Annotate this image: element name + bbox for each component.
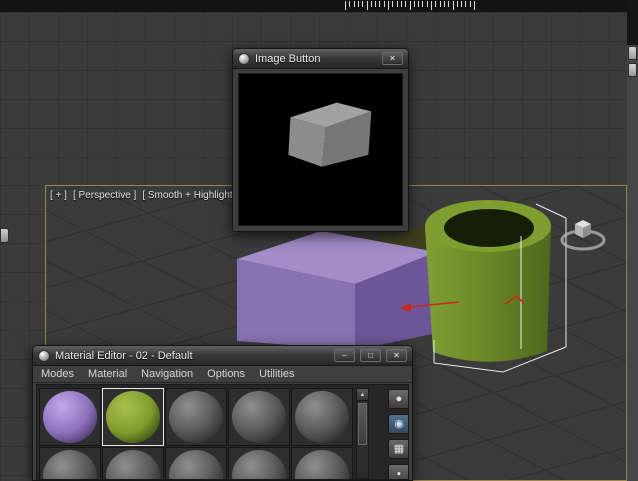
ruler-tick — [465, 1, 467, 7]
material-sphere — [232, 450, 286, 479]
ruler-tick — [461, 1, 463, 7]
background-button[interactable]: ▦ — [388, 439, 408, 459]
material-editor-menubar: Modes Material Navigation Options Utilities — [33, 366, 412, 383]
close-icon[interactable]: ✕ — [382, 52, 403, 65]
ruler-tick — [469, 1, 471, 7]
max-application: [ + ] [ Perspective ] [ Smooth + Highlight… — [0, 0, 638, 481]
green-tube-object[interactable] — [425, 200, 551, 362]
material-slot[interactable] — [165, 447, 227, 479]
slots-scrollbar[interactable]: ▲ — [356, 388, 369, 479]
track-bar-ruler[interactable] — [0, 0, 638, 12]
left-panel-fragment[interactable] — [0, 228, 9, 243]
material-slot[interactable] — [291, 388, 353, 446]
material-editor-title: Material Editor - 02 - Default — [55, 349, 193, 362]
material-sphere — [295, 450, 349, 479]
command-panel-dark-top — [627, 0, 638, 45]
ruler-tick — [388, 1, 389, 10]
material-sphere — [43, 391, 97, 443]
menu-modes[interactable]: Modes — [41, 368, 74, 380]
material-sphere — [232, 391, 286, 443]
ruler-tick — [456, 1, 458, 7]
ruler-tick — [409, 1, 411, 10]
menu-options[interactable]: Options — [207, 368, 245, 380]
axis-tripod-icon — [560, 220, 606, 251]
image-button-dialog: Image Button ✕ — [232, 48, 409, 232]
backlight-button[interactable]: ◉ — [388, 414, 408, 434]
material-editor-content: ▲ ● ◉ ▦ ▪ — [36, 384, 409, 480]
image-button-preview[interactable] — [238, 73, 403, 226]
ruler-tick — [375, 1, 377, 7]
maximize-icon[interactable]: □ — [360, 349, 381, 362]
ruler-tick — [405, 1, 407, 7]
material-slot[interactable] — [39, 447, 101, 479]
material-slot[interactable] — [228, 388, 290, 446]
material-editor-toolbar: ● ◉ ▦ ▪ — [388, 389, 408, 479]
material-sphere — [106, 450, 160, 479]
ruler-tick — [370, 1, 372, 7]
ruler-tick — [448, 1, 450, 7]
ruler-tick — [362, 1, 364, 7]
ruler-tick — [400, 1, 402, 7]
sample-type-button[interactable]: ● — [388, 389, 408, 409]
material-slot[interactable] — [291, 447, 353, 479]
viewport-label-part[interactable]: [ Smooth + Highlights ] — [142, 190, 243, 201]
material-editor-titlebar[interactable]: Material Editor - 02 - Default – □ ✕ — [33, 346, 412, 366]
sample-uv-tiling-button[interactable]: ▪ — [388, 464, 408, 479]
menu-navigation[interactable]: Navigation — [141, 368, 193, 380]
ruler-tick — [418, 1, 420, 7]
material-slot[interactable] — [39, 388, 101, 446]
viewport-label-part[interactable]: [ Perspective ] — [73, 190, 136, 201]
ruler-tick — [426, 1, 428, 7]
ruler-tick — [357, 1, 359, 7]
ruler-tick — [422, 1, 424, 7]
material-slot-grid — [39, 388, 353, 479]
scrollbar-thumb[interactable] — [358, 403, 367, 445]
preview-render — [288, 102, 372, 167]
ruler-tick — [353, 1, 355, 7]
menu-utilities[interactable]: Utilities — [259, 368, 294, 380]
ruler-tick — [431, 1, 432, 10]
dialog-icon — [238, 52, 250, 65]
ruler-tick — [392, 1, 394, 7]
command-panel-edge — [627, 0, 638, 481]
right-panel-button[interactable] — [628, 63, 637, 77]
material-slot[interactable] — [102, 447, 164, 479]
ruler-tick — [383, 1, 385, 7]
image-button-titlebar[interactable]: Image Button ✕ — [233, 49, 408, 69]
ruler-tick — [474, 1, 475, 10]
viewport-label: [ + ] [ Perspective ] [ Smooth + Highlight… — [50, 190, 243, 201]
material-editor-window: Material Editor - 02 - Default – □ ✕ Mod… — [32, 345, 413, 481]
material-slot[interactable] — [165, 388, 227, 446]
material-sphere — [106, 391, 160, 443]
dialog-title: Image Button — [255, 52, 321, 65]
scroll-up-icon[interactable]: ▲ — [357, 389, 368, 401]
ruler-tick — [443, 1, 445, 7]
ruler-tick — [435, 1, 437, 7]
ruler-tick — [345, 1, 346, 10]
ruler-ticks — [345, 1, 485, 11]
material-sphere — [169, 450, 223, 479]
close-icon[interactable]: ✕ — [386, 349, 407, 362]
menu-material[interactable]: Material — [88, 368, 127, 380]
purple-box-object[interactable] — [237, 231, 437, 350]
material-slot[interactable] — [102, 388, 164, 446]
minimize-icon[interactable]: – — [334, 349, 355, 362]
material-editor-icon — [38, 349, 50, 362]
ruler-tick — [349, 1, 351, 7]
right-panel-button[interactable] — [628, 46, 637, 60]
ruler-tick — [366, 1, 368, 10]
ruler-tick — [379, 1, 381, 7]
ruler-tick — [452, 1, 454, 10]
ruler-tick — [439, 1, 441, 7]
ruler-tick — [413, 1, 415, 7]
material-sphere — [169, 391, 223, 443]
material-sphere — [295, 391, 349, 443]
viewport-label-part[interactable]: [ + ] — [50, 190, 67, 201]
material-slot[interactable] — [228, 447, 290, 479]
material-sphere — [43, 450, 97, 479]
ruler-tick — [396, 1, 398, 7]
